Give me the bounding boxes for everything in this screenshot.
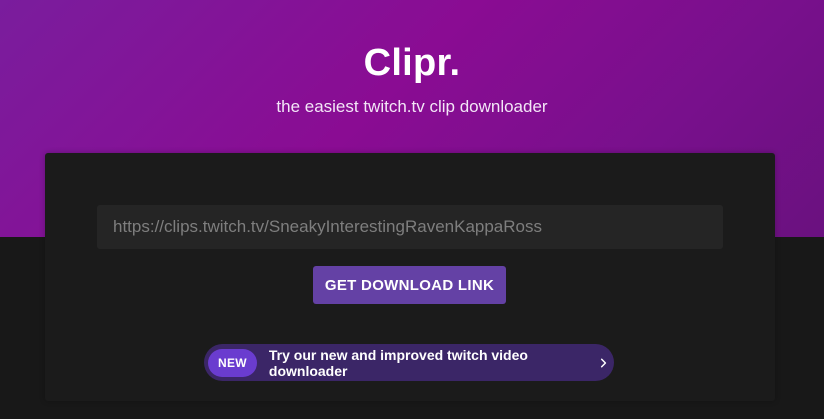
new-badge: NEW bbox=[208, 348, 257, 377]
promo-text: Try our new and improved twitch video do… bbox=[268, 346, 528, 379]
page-title: Clipr. bbox=[363, 42, 461, 84]
get-download-link-button[interactable]: GET DOWNLOAD LINK bbox=[313, 266, 506, 304]
download-card: GET DOWNLOAD LINK NEW Try our new and im… bbox=[45, 153, 775, 401]
chevron-right-icon bbox=[600, 358, 607, 367]
clip-url-input[interactable] bbox=[97, 205, 723, 249]
new-downloader-promo[interactable]: NEW Try our new and improved twitch vide… bbox=[204, 344, 614, 381]
tagline: the easiest twitch.tv clip downloader bbox=[276, 97, 548, 116]
